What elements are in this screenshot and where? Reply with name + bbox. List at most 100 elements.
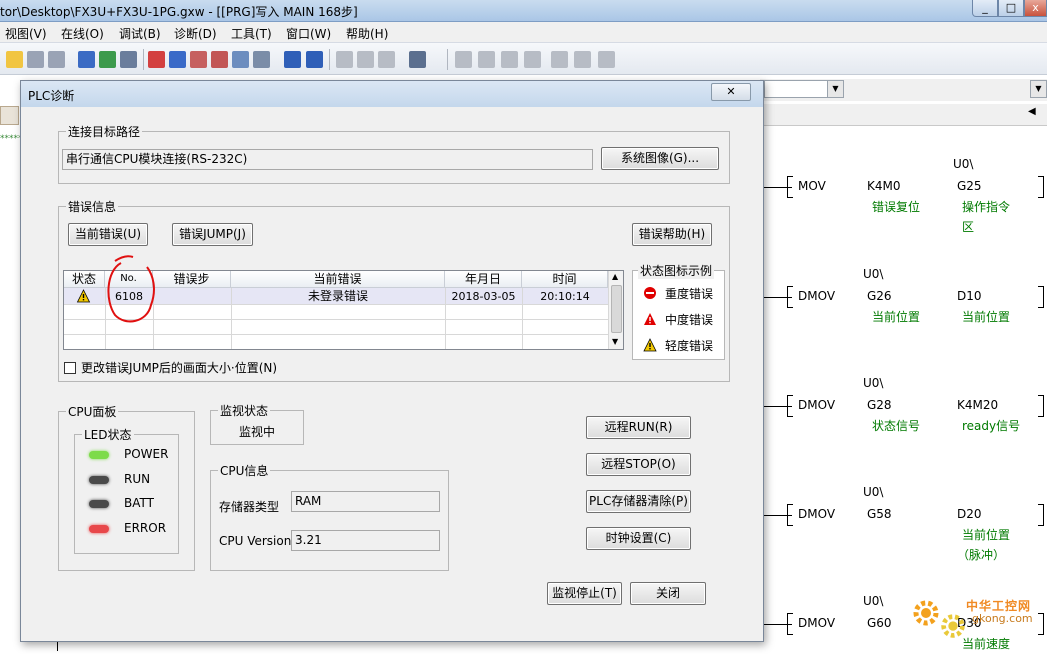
warning-icon	[643, 338, 657, 352]
error-help-button[interactable]: 错误帮助(H)	[632, 223, 712, 246]
connection-path-label: 连接目标路径	[66, 123, 143, 140]
operand-destination: K4M20	[957, 398, 999, 412]
legend-label: 状态图标示例	[638, 262, 715, 279]
resize-checkbox[interactable]	[64, 362, 76, 374]
cell-date: 2018-03-05	[451, 290, 516, 303]
operand-prefix: U0\	[863, 267, 884, 281]
plc-memory-clear-button[interactable]: PLC存储器清除(P)	[586, 490, 691, 513]
legend-moderate: 中度错误	[643, 311, 713, 328]
annotation-circle	[107, 255, 155, 323]
resize-checkbox-label: 更改错误JUMP后的画面大小·位置(N)	[81, 361, 278, 375]
led-run-label: RUN	[124, 472, 151, 486]
error-info-label: 错误信息	[66, 198, 119, 215]
operand-source: K4M0	[867, 179, 901, 193]
operand-prefix: U0\	[953, 157, 974, 171]
cpu-info-group: CPU信息 存储器类型 RAM CPU Version 3.21	[210, 462, 449, 571]
col-date[interactable]: 年月日	[445, 271, 522, 288]
col-status[interactable]: 状态	[64, 271, 105, 288]
operand-prefix: U0\	[863, 376, 884, 390]
remote-run-button[interactable]: 远程RUN(R)	[586, 416, 691, 439]
monitor-status-group: 监视状态 监视中	[210, 402, 304, 445]
operand-source: G28	[867, 398, 892, 412]
device-comment: 当前位置	[962, 528, 1011, 542]
instruction-bracket	[787, 504, 793, 526]
connection-path-field: 串行通信CPU模块连接(RS-232C)	[62, 149, 593, 170]
col-time[interactable]: 时间	[522, 271, 608, 288]
resize-position-option[interactable]: 更改错误JUMP后的画面大小·位置(N)	[64, 359, 277, 376]
operand-destination: G25	[957, 179, 982, 193]
memory-type-label: 存储器类型	[219, 500, 280, 514]
instruction-bracket-end	[1038, 395, 1044, 417]
operand-destination: D20	[957, 507, 982, 521]
device-comment: （脉冲）	[957, 548, 1006, 562]
col-error-step[interactable]: 错误步	[153, 271, 231, 288]
led-run	[89, 476, 109, 484]
scroll-down-icon[interactable]: ▼	[612, 337, 618, 346]
legend-minor-label: 轻度错误	[665, 339, 714, 353]
led-status-group: LED状态 POWER RUN BATT ERROR	[74, 426, 179, 554]
scroll-thumb[interactable]	[611, 285, 622, 333]
instruction-bracket-end	[1038, 504, 1044, 526]
error-table-scrollbar[interactable]: ▲ ▼	[608, 271, 623, 349]
device-comment: 错误复位	[872, 200, 921, 214]
scroll-up-icon[interactable]: ▲	[612, 272, 618, 281]
clock-setting-button[interactable]: 时钟设置(C)	[586, 527, 691, 550]
error-icon	[644, 287, 656, 299]
legend-severe: 重度错误	[643, 285, 713, 302]
device-comment: ready信号	[962, 419, 1021, 433]
legend-minor: 轻度错误	[643, 337, 713, 354]
operand-prefix: U0\	[863, 594, 884, 608]
system-image-button[interactable]: 系统图像(G)...	[601, 147, 719, 170]
dialog-title-bar: PLC诊断 ✕	[21, 81, 763, 107]
stop-monitor-button[interactable]: 监视停止(T)	[547, 582, 622, 605]
watermark-url: gkong.com	[972, 612, 1033, 625]
legend-moderate-label: 中度错误	[665, 313, 714, 327]
plc-diagnostics-dialog: PLC诊断 ✕ 连接目标路径 串行通信CPU模块连接(RS-232C) 系统图像…	[20, 80, 764, 642]
dialog-close-button[interactable]: ✕	[711, 83, 751, 101]
monitor-status-value: 监视中	[239, 425, 276, 439]
led-error-label: ERROR	[124, 521, 167, 535]
cpu-panel-group: CPU面板 LED状态 POWER RUN BATT ERROR	[58, 403, 195, 571]
current-error-button[interactable]: 当前错误(U)	[68, 223, 148, 246]
gear-icon	[941, 614, 965, 638]
instruction-bracket	[787, 395, 793, 417]
close-button[interactable]: 关闭	[630, 582, 706, 605]
led-batt	[89, 500, 109, 508]
device-comment: 状态信号	[872, 419, 921, 433]
led-power	[89, 451, 109, 459]
instruction-bracket-end	[1038, 176, 1044, 198]
led-batt-label: BATT	[124, 496, 154, 510]
operand-prefix: U0\	[863, 485, 884, 499]
dialog-title: PLC诊断	[28, 89, 75, 103]
instruction-bracket-end	[1038, 286, 1044, 308]
cpu-info-label: CPU信息	[218, 462, 271, 479]
cpu-panel-label: CPU面板	[66, 403, 119, 420]
cell-time: 20:10:14	[540, 290, 590, 303]
memory-type-field: RAM	[291, 491, 440, 512]
error-jump-button[interactable]: 错误JUMP(J)	[172, 223, 253, 246]
instruction-bracket	[787, 613, 793, 635]
warning-icon	[76, 289, 91, 303]
cpu-version-label: CPU Version	[219, 534, 292, 548]
close-icon: ✕	[726, 85, 736, 98]
instruction-name: DMOV	[798, 289, 836, 303]
device-comment: 区	[962, 220, 975, 234]
cpu-version-field: 3.21	[291, 530, 440, 551]
operand-source: G58	[867, 507, 892, 521]
operand-source: G26	[867, 289, 892, 303]
cell-current-error: 未登录错误	[307, 289, 368, 303]
cell-error-step	[153, 289, 231, 305]
instruction-name: MOV	[798, 179, 826, 193]
connection-path-group: 连接目标路径 串行通信CPU模块连接(RS-232C) 系统图像(G)...	[58, 123, 730, 184]
led-error	[89, 525, 109, 533]
device-comment: 当前位置	[962, 310, 1011, 324]
remote-stop-button[interactable]: 远程STOP(O)	[586, 453, 691, 476]
col-current-error[interactable]: 当前错误	[231, 271, 445, 288]
status-icon-legend: 状态图标示例 重度错误 中度错误 轻度错误	[632, 262, 725, 360]
monitor-status-label: 监视状态	[218, 402, 271, 419]
device-comment: 操作指令	[962, 200, 1011, 214]
device-comment: 当前位置	[872, 310, 921, 324]
watermark: 中华工控网 gkong.com	[910, 595, 1047, 651]
led-status-label: LED状态	[82, 426, 134, 443]
legend-severe-label: 重度错误	[665, 287, 714, 301]
